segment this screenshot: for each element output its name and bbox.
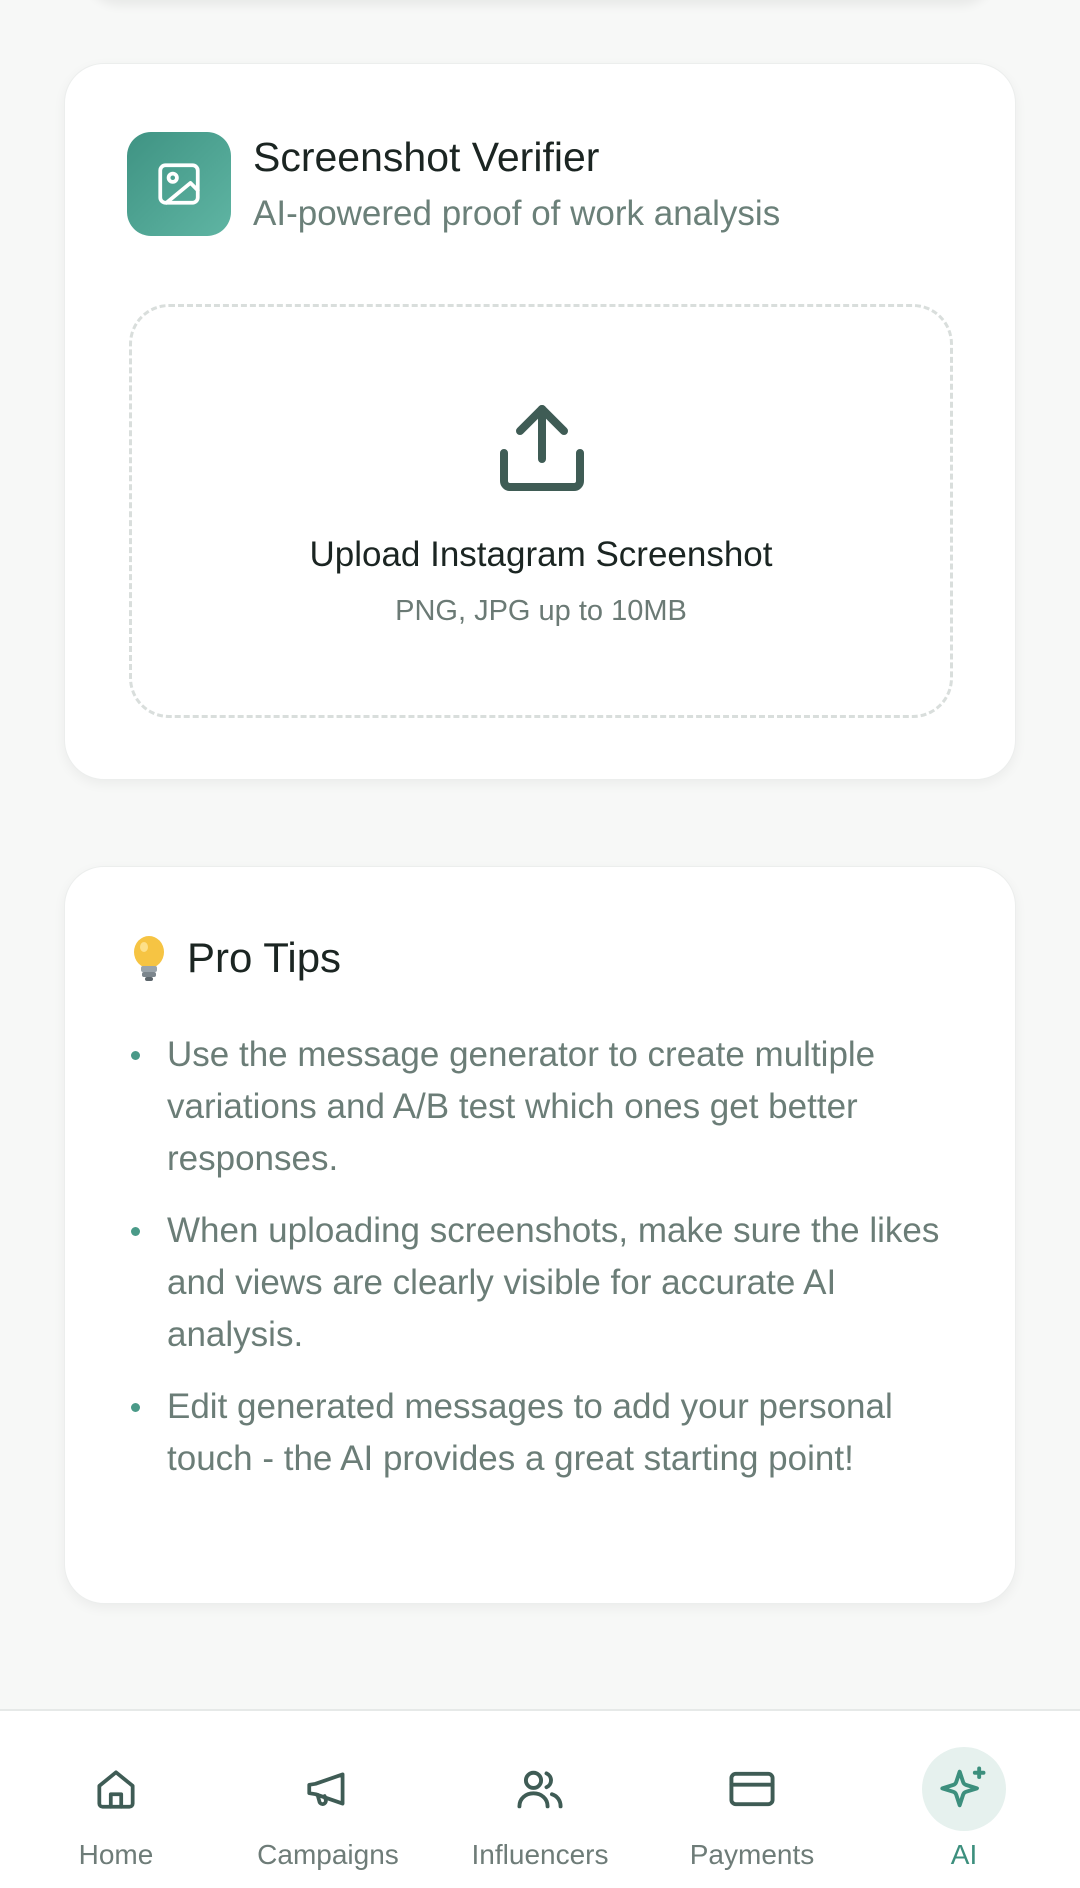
nav-item-campaigns[interactable]: Campaigns bbox=[220, 1711, 436, 1881]
tip-text: When uploading screenshots, make sure th… bbox=[167, 1211, 940, 1354]
upload-hint: PNG, JPG up to 10MB bbox=[395, 595, 687, 627]
nav-label: Influencers bbox=[471, 1839, 609, 1870]
pro-tips-card: Pro Tips Use the message generator to cr… bbox=[64, 866, 1016, 1604]
nav-item-payments[interactable]: Payments bbox=[644, 1711, 860, 1881]
tip-text: Use the message generator to create mult… bbox=[167, 1035, 876, 1178]
megaphone-icon bbox=[286, 1747, 370, 1831]
image-icon bbox=[127, 132, 231, 236]
nav-item-home[interactable]: Home bbox=[8, 1711, 224, 1881]
pro-tips-title: Pro Tips bbox=[187, 934, 342, 981]
nav-label: Payments bbox=[689, 1839, 815, 1870]
upload-dropzone[interactable]: Upload Instagram Screenshot PNG, JPG up … bbox=[129, 304, 953, 718]
nav-label: Home bbox=[78, 1839, 154, 1870]
bottom-nav: Home Campaigns Influencers Payments AI bbox=[0, 1709, 1080, 1888]
upload-title: Upload Instagram Screenshot bbox=[309, 535, 773, 574]
bullet-icon bbox=[131, 1403, 140, 1412]
list-item: Edit generated messages to add your pers… bbox=[129, 1381, 959, 1485]
list-item: When uploading screenshots, make sure th… bbox=[129, 1205, 959, 1361]
verifier-title: Screenshot Verifier bbox=[253, 134, 600, 180]
nav-item-influencers[interactable]: Influencers bbox=[432, 1711, 648, 1881]
nav-label: AI bbox=[950, 1839, 978, 1870]
screenshot-verifier-card: Screenshot Verifier AI-powered proof of … bbox=[64, 63, 1016, 780]
verifier-subtitle: AI-powered proof of work analysis bbox=[253, 194, 781, 233]
list-item: Use the message generator to create mult… bbox=[129, 1029, 959, 1185]
users-icon bbox=[498, 1747, 582, 1831]
home-icon bbox=[74, 1747, 158, 1831]
tips-list: Use the message generator to create mult… bbox=[129, 1029, 959, 1505]
pro-tips-header: Pro Tips bbox=[129, 933, 341, 983]
bullet-icon bbox=[131, 1227, 140, 1236]
card-icon bbox=[710, 1747, 794, 1831]
nav-item-ai[interactable]: AI bbox=[856, 1711, 1072, 1881]
bullet-icon bbox=[131, 1051, 140, 1060]
nav-label: Campaigns bbox=[257, 1839, 399, 1870]
upload-icon bbox=[500, 405, 584, 491]
lightbulb-icon bbox=[134, 936, 164, 981]
tip-text: Edit generated messages to add your pers… bbox=[167, 1387, 893, 1478]
sparkles-icon bbox=[922, 1747, 1006, 1831]
